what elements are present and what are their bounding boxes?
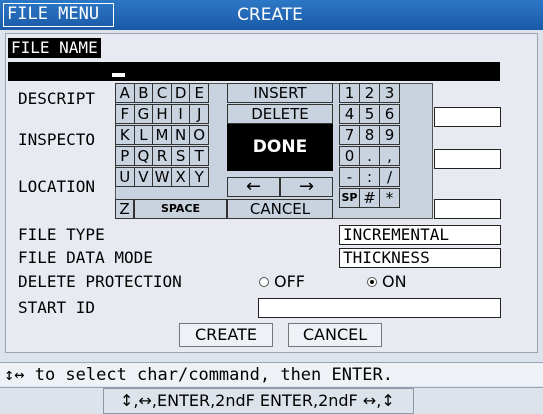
key-i[interactable]: I: [170, 104, 191, 124]
key-a[interactable]: A: [115, 83, 135, 103]
cancel-key[interactable]: CANCEL: [227, 199, 333, 219]
key-f[interactable]: F: [115, 104, 135, 124]
symbol-key-4-2[interactable]: /: [379, 167, 400, 187]
symbol-key-5-1[interactable]: #: [359, 188, 380, 208]
key-hint-bar: ↕,↔,ENTER,2ndF ENTER,2ndF ↔,↕: [0, 387, 543, 414]
cancel-button[interactable]: CANCEL: [288, 323, 382, 347]
data-mode-select[interactable]: THICKNESS: [339, 248, 501, 268]
symbol-key-0-1[interactable]: 2: [359, 83, 380, 103]
key-o[interactable]: O: [189, 125, 209, 145]
location-label: LOCATION: [18, 177, 96, 196]
delete-key[interactable]: DELETE: [227, 104, 333, 124]
key-g[interactable]: G: [133, 104, 154, 124]
radio-off-icon: [259, 276, 269, 287]
key-l[interactable]: L: [133, 125, 154, 145]
key-t[interactable]: T: [189, 146, 209, 166]
key-h[interactable]: H: [152, 104, 172, 124]
description-label: DESCRIPT: [18, 89, 96, 108]
radio-on-icon: [367, 276, 377, 287]
symbol-key-2-0[interactable]: 7: [339, 125, 360, 145]
symbol-key-4-0[interactable]: -: [339, 167, 360, 187]
key-e[interactable]: E: [189, 83, 209, 103]
symbol-key-4-1[interactable]: :: [359, 167, 380, 187]
space-key[interactable]: SPACE: [134, 199, 227, 219]
key-v[interactable]: V: [133, 167, 154, 187]
key-s[interactable]: S: [170, 146, 191, 166]
symbol-key-3-2[interactable]: ,: [379, 146, 400, 166]
inspector-field[interactable]: [434, 149, 501, 169]
key-p[interactable]: P: [115, 146, 135, 166]
start-id-label: START ID: [18, 298, 96, 317]
inspector-label: INSPECTO: [18, 130, 96, 149]
symbol-key-1-1[interactable]: 5: [359, 104, 380, 124]
key-q[interactable]: Q: [133, 146, 154, 166]
done-key[interactable]: DONE: [227, 124, 333, 171]
key-m[interactable]: M: [152, 125, 172, 145]
key-n[interactable]: N: [170, 125, 191, 145]
delete-protection-label: DELETE PROTECTION: [18, 272, 182, 291]
key-w[interactable]: W: [152, 167, 172, 187]
key-k[interactable]: K: [115, 125, 135, 145]
key-b[interactable]: B: [133, 83, 154, 103]
start-id-input[interactable]: [258, 298, 501, 318]
symbol-key-2-2[interactable]: 9: [379, 125, 400, 145]
help-line: ↕↔ to select char/command, then ENTER.: [0, 362, 543, 386]
screen-title: CREATE: [237, 5, 303, 25]
key-hint-text: ↕,↔,ENTER,2ndF ENTER,2ndF ↔,↕: [120, 391, 395, 410]
create-button[interactable]: CREATE: [179, 323, 273, 347]
key-r[interactable]: R: [152, 146, 172, 166]
file-type-label: FILE TYPE: [18, 225, 105, 244]
file-name-input[interactable]: [8, 62, 500, 81]
cursor-right-key[interactable]: →: [280, 177, 333, 197]
text-cursor: [112, 73, 125, 77]
symbol-key-1-2[interactable]: 6: [379, 104, 400, 124]
protection-off-label: OFF: [274, 272, 305, 291]
key-j[interactable]: J: [189, 104, 209, 124]
symbol-key-3-0[interactable]: 0: [339, 146, 360, 166]
file-type-select[interactable]: INCREMENTAL: [339, 225, 501, 245]
key-c[interactable]: C: [152, 83, 172, 103]
description-field[interactable]: [434, 107, 501, 127]
symbol-key-5-0[interactable]: SP: [339, 188, 360, 208]
key-x[interactable]: X: [170, 167, 191, 187]
symbol-key-0-0[interactable]: 1: [339, 83, 360, 103]
symbol-key-0-2[interactable]: 3: [379, 83, 400, 103]
key-u[interactable]: U: [115, 167, 135, 187]
symbol-key-3-1[interactable]: .: [359, 146, 380, 166]
file-menu-tab[interactable]: FILE MENU: [3, 3, 114, 27]
key-d[interactable]: D: [170, 83, 191, 103]
cursor-left-key[interactable]: ←: [227, 177, 280, 197]
protection-on-label: ON: [382, 272, 407, 291]
protection-off-radio[interactable]: OFF: [259, 272, 305, 292]
location-field[interactable]: [434, 199, 501, 219]
file-name-label: FILE NAME: [8, 38, 101, 58]
protection-on-radio[interactable]: ON: [367, 272, 407, 292]
symbol-key-1-0[interactable]: 4: [339, 104, 360, 124]
key-y[interactable]: Y: [189, 167, 209, 187]
insert-key[interactable]: INSERT: [227, 83, 333, 103]
symbol-key-5-2[interactable]: *: [379, 188, 400, 208]
data-mode-label: FILE DATA MODE: [18, 248, 153, 267]
key-z[interactable]: Z: [115, 199, 134, 219]
symbol-key-2-1[interactable]: 8: [359, 125, 380, 145]
